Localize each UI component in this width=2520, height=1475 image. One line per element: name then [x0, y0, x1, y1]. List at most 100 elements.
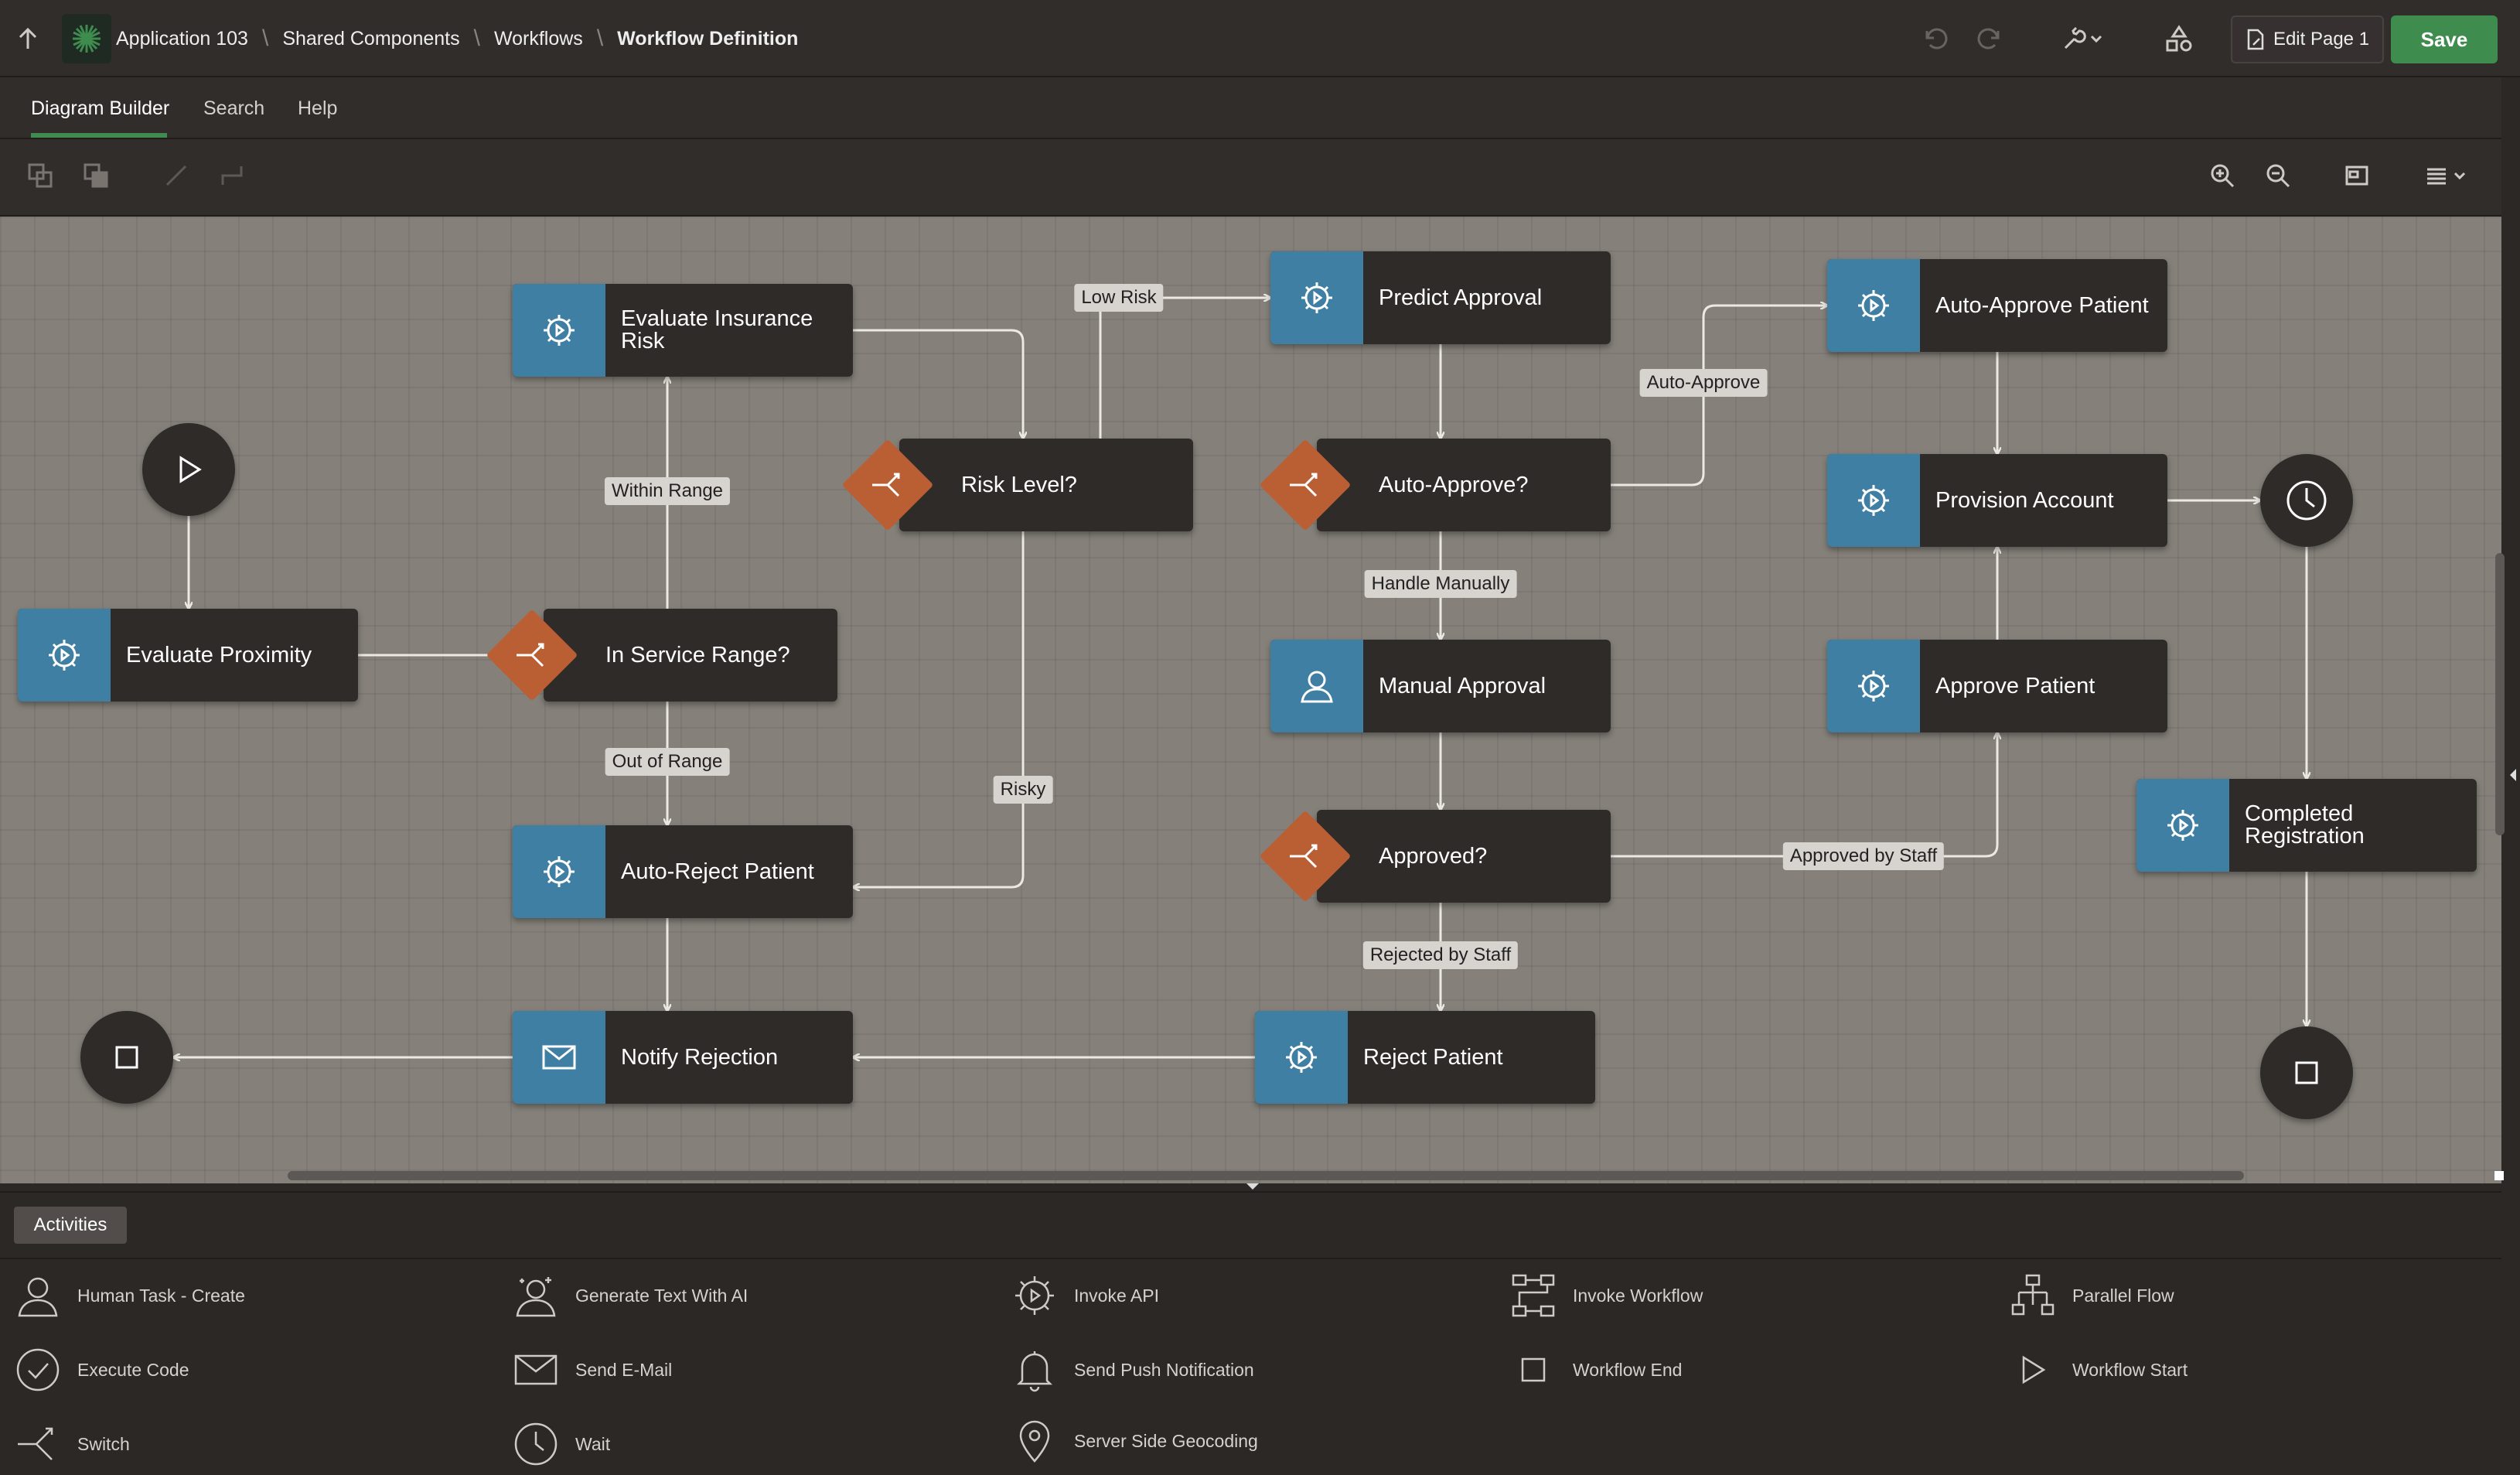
- edge-label-within-range[interactable]: Within Range: [604, 477, 731, 505]
- palette-server-side-geocoding[interactable]: Server Side Geocoding: [1011, 1415, 1258, 1466]
- palette-workflow-start[interactable]: Workflow Start: [2009, 1344, 2188, 1395]
- palette-item-label: Human Task - Create: [77, 1285, 245, 1306]
- gear-play-icon: [1827, 640, 1920, 732]
- orthogonal-connector-icon[interactable]: [215, 159, 249, 193]
- node-completed-registration[interactable]: Completed Registration: [2136, 779, 2477, 872]
- square-icon: [1509, 1346, 1557, 1394]
- map-pin-icon: [1011, 1417, 1059, 1465]
- edge-label-rejected-by-staff[interactable]: Rejected by Staff: [1362, 941, 1519, 969]
- breadcrumb-current-page: Workflow Definition: [617, 27, 799, 50]
- envelope-icon: [512, 1346, 560, 1394]
- node-label: Manual Approval: [1379, 673, 1546, 698]
- node-manual-approval[interactable]: Manual Approval: [1270, 640, 1611, 732]
- tab-diagram-builder[interactable]: Diagram Builder: [31, 77, 169, 139]
- tab-activities[interactable]: Activities: [14, 1207, 127, 1244]
- breadcrumb: Application 103 \ Shared Components \ Wo…: [116, 0, 798, 77]
- node-risk-level[interactable]: Risk Level?: [899, 439, 1193, 531]
- breadcrumb-application[interactable]: Application 103: [116, 28, 248, 50]
- edge-risky: [853, 531, 1025, 887]
- utilities-wrench-menu-icon[interactable]: [2057, 22, 2108, 56]
- workflow-end-node[interactable]: [80, 1011, 173, 1104]
- palette-invoke-workflow[interactable]: Invoke Workflow: [1509, 1270, 1703, 1321]
- node-evaluate-insurance-risk[interactable]: Evaluate Insurance Risk: [513, 284, 853, 377]
- palette-workflow-end[interactable]: Workflow End: [1509, 1344, 1682, 1395]
- app-logo[interactable]: [62, 14, 111, 63]
- horizontal-scrollbar-thumb[interactable]: [288, 1171, 2244, 1180]
- edge-low-risk: [1099, 298, 1270, 439]
- gear-play-icon: [513, 284, 605, 377]
- edge-label-auto-approve[interactable]: Auto-Approve: [1639, 369, 1768, 397]
- edit-page-button[interactable]: Edit Page 1: [2231, 15, 2384, 63]
- edge-label-low-risk[interactable]: Low Risk: [1074, 284, 1164, 312]
- gear-play-icon: [2136, 779, 2229, 872]
- workflow-end-node-2[interactable]: [2260, 1026, 2353, 1119]
- panel-expand-handle-icon[interactable]: [2510, 769, 2516, 781]
- edge-label-approved-by-staff[interactable]: Approved by Staff: [1782, 842, 1945, 870]
- node-label: Evaluate Proximity: [126, 642, 312, 668]
- gear-play-icon: [1270, 251, 1363, 344]
- node-auto-approve-patient[interactable]: Auto-Approve Patient: [1827, 259, 2167, 352]
- palette-item-label: Send E-Mail: [575, 1359, 673, 1380]
- node-approve-patient[interactable]: Approve Patient: [1827, 640, 2167, 732]
- edge-label-risky[interactable]: Risky: [993, 776, 1053, 804]
- wait-node[interactable]: [2260, 454, 2353, 547]
- bell-icon: [1011, 1346, 1059, 1394]
- breadcrumb-workflows[interactable]: Workflows: [494, 28, 583, 50]
- redo-icon[interactable]: [1973, 22, 2007, 56]
- bring-to-front-icon[interactable]: [79, 159, 113, 193]
- zoom-out-icon[interactable]: [2261, 159, 2295, 193]
- palette-switch[interactable]: Switch: [14, 1419, 130, 1470]
- active-tab-indicator: [31, 133, 167, 138]
- node-auto-approve-decision[interactable]: Auto-Approve?: [1317, 439, 1611, 531]
- palette-invoke-api[interactable]: Invoke API: [1011, 1270, 1159, 1321]
- resize-corner[interactable]: [2494, 1171, 2504, 1180]
- workflow-start-node[interactable]: [142, 423, 235, 516]
- parallel-flow-icon: [2009, 1272, 2057, 1320]
- node-label: Approve Patient: [1935, 673, 2095, 698]
- workflow-icon: [1509, 1272, 1557, 1320]
- diagram-canvas[interactable]: Evaluate Insurance Risk Evaluate Proximi…: [0, 217, 2501, 1183]
- edge-label-out-of-range[interactable]: Out of Range: [605, 748, 730, 776]
- node-notify-rejection[interactable]: Notify Rejection: [513, 1011, 853, 1104]
- switch-icon: [14, 1420, 62, 1468]
- save-button[interactable]: Save: [2391, 15, 2498, 63]
- diagram-toolbar: [0, 139, 2520, 217]
- shared-components-icon[interactable]: [2162, 22, 2196, 56]
- edge-approved-by-staff: [1611, 732, 1997, 858]
- palette-generate-text-with-ai[interactable]: Generate Text With AI: [512, 1270, 748, 1321]
- node-label: Completed Registration: [2245, 801, 2365, 848]
- edge-label-handle-manually[interactable]: Handle Manually: [1364, 570, 1517, 598]
- panel-collapse-handle-icon[interactable]: [1246, 1183, 1259, 1190]
- breadcrumb-shared-components[interactable]: Shared Components: [282, 28, 459, 50]
- palette-wait[interactable]: Wait: [512, 1419, 610, 1470]
- switch-icon: [1282, 833, 1328, 879]
- tab-help[interactable]: Help: [298, 77, 337, 139]
- node-predict-approval[interactable]: Predict Approval: [1270, 251, 1611, 344]
- palette-send-push-notification[interactable]: Send Push Notification: [1011, 1344, 1254, 1395]
- palette-execute-code[interactable]: Execute Code: [14, 1344, 189, 1395]
- tab-search[interactable]: Search: [203, 77, 264, 139]
- node-provision-account[interactable]: Provision Account: [1827, 454, 2167, 547]
- fit-to-screen-icon[interactable]: [2340, 159, 2374, 193]
- zoom-in-icon[interactable]: [2205, 159, 2239, 193]
- node-approved-decision[interactable]: Approved?: [1317, 810, 1611, 903]
- diagram-menu-icon[interactable]: [2420, 159, 2473, 193]
- palette-parallel-flow[interactable]: Parallel Flow: [2009, 1270, 2174, 1321]
- palette-item-label: Server Side Geocoding: [1074, 1430, 1258, 1451]
- person-icon: [1270, 640, 1363, 732]
- gear-play-icon: [1011, 1272, 1059, 1320]
- node-reject-patient[interactable]: Reject Patient: [1255, 1011, 1595, 1104]
- palette-human-task-create[interactable]: Human Task - Create: [14, 1270, 245, 1321]
- node-evaluate-proximity[interactable]: Evaluate Proximity: [18, 609, 358, 702]
- up-arrow-icon[interactable]: [12, 23, 43, 54]
- node-in-service-range[interactable]: In Service Range?: [544, 609, 837, 702]
- vertical-scrollbar-thumb[interactable]: [2495, 553, 2505, 835]
- straight-connector-icon[interactable]: [159, 159, 193, 193]
- node-label: Reject Patient: [1363, 1044, 1503, 1070]
- palette-send-email[interactable]: Send E-Mail: [512, 1344, 672, 1395]
- send-to-back-icon[interactable]: [23, 159, 57, 193]
- switch-icon: [864, 462, 911, 508]
- node-auto-reject-patient[interactable]: Auto-Reject Patient: [513, 825, 853, 918]
- envelope-icon: [513, 1011, 605, 1104]
- undo-icon[interactable]: [1918, 22, 1952, 56]
